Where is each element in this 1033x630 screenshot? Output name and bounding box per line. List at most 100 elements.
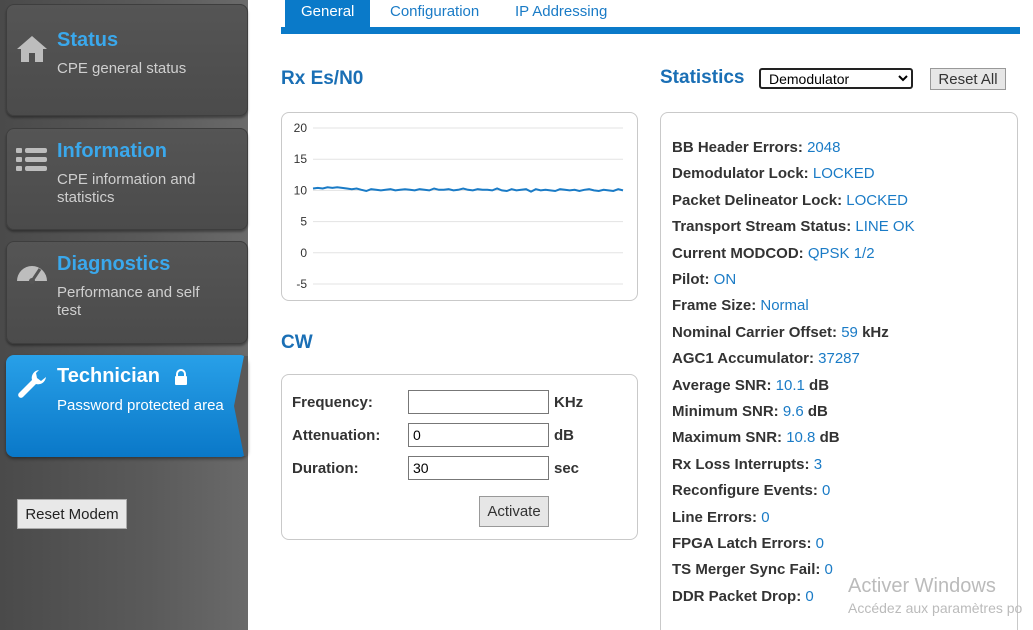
stat-value: 2048 (807, 139, 841, 156)
stat-row: Packet Delineator Lock: LOCKED (672, 192, 908, 209)
stat-row: Current MODCOD: QPSK 1/2 (672, 245, 875, 262)
nav-diagnostics-title: Diagnostics (57, 253, 171, 275)
duration-label: Duration: (292, 460, 359, 477)
stat-row: Demodulator Lock: LOCKED (672, 165, 875, 182)
wrench-icon (18, 370, 46, 398)
stat-value: 3 (813, 455, 823, 473)
cw-heading: CW (281, 332, 313, 353)
attenuation-input[interactable] (408, 423, 549, 447)
frequency-label: Frequency: (292, 394, 373, 411)
stat-key: Frame Size: (672, 297, 757, 315)
stat-key: TS Merger Sync Fail: (672, 561, 821, 579)
stat-key: Average SNR: (672, 376, 772, 394)
statistics-heading: Statistics (660, 67, 745, 88)
stat-row: TS Merger Sync Fail: 0 (672, 561, 833, 578)
nav-diagnostics-desc: Performance and self test (57, 284, 200, 319)
stat-row: Nominal Carrier Offset: 59 kHz (672, 324, 889, 341)
duration-input[interactable] (408, 456, 549, 480)
stat-value: 0 (805, 587, 814, 605)
stat-key: BB Header Errors: (672, 139, 803, 156)
stat-unit: dB (819, 429, 840, 447)
chart-ytick-label: 15 (294, 152, 308, 166)
tab-general[interactable]: General (285, 0, 371, 27)
stat-value: 9.6 (782, 403, 804, 420)
reset-modem-button[interactable]: Reset Modem (17, 499, 127, 529)
stat-value: LINE OK (855, 218, 915, 236)
stat-value: 0 (824, 561, 833, 579)
stat-key: Nominal Carrier Offset: (672, 323, 838, 341)
stat-key: Demodulator Lock: (672, 165, 809, 183)
chart-ytick-label: 0 (300, 246, 307, 260)
attenuation-unit: dB (554, 427, 574, 444)
lock-icon (174, 368, 187, 385)
stat-unit: dB (807, 403, 828, 420)
stat-value: LOCKED (812, 165, 875, 183)
chart-series-line (312, 186, 624, 193)
list-icon (16, 148, 47, 171)
stat-row: FPGA Latch Errors: 0 (672, 535, 824, 552)
sidebar: Status CPE general status Information CP… (0, 0, 248, 630)
chart-ytick-label: 5 (300, 215, 307, 229)
chart-ytick-label: 10 (294, 183, 308, 197)
nav-technician[interactable]: Technician Password protected area (6, 355, 248, 457)
nav-technician-desc: Password protected area (57, 397, 224, 414)
nav-technician-label: Technician (57, 365, 160, 387)
frequency-unit: KHz (554, 394, 584, 411)
stat-unit: kHz (862, 323, 889, 341)
stat-row: AGC1 Accumulator: 37287 (672, 350, 860, 367)
stat-row: Reconfigure Events: 0 (672, 482, 830, 499)
activate-button[interactable]: Activate (479, 496, 549, 527)
gauge-icon (17, 266, 47, 284)
statistics-panel (660, 112, 1018, 630)
stat-row: Rx Loss Interrupts: 3 (672, 456, 822, 473)
rx-esn0-heading: Rx Es/N0 (281, 68, 364, 89)
tab-configuration[interactable]: Configuration (390, 0, 479, 27)
stat-value: 37287 (818, 350, 860, 368)
stat-value: ON (713, 271, 737, 288)
stat-row: Pilot: ON (672, 271, 736, 288)
rx-esn0-chart: 20 15 10 5 0 -5 (294, 121, 624, 291)
rx-esn0-chart-panel: 20 15 10 5 0 -5 (281, 112, 638, 301)
chart-ytick-label: -5 (296, 277, 307, 291)
stat-value: LOCKED (846, 191, 908, 209)
stat-value: 59 (841, 323, 858, 341)
stat-value: 0 (822, 482, 831, 500)
stat-row: Average SNR: 10.1 dB (672, 377, 829, 394)
stat-row: Minimum SNR: 9.6 dB (672, 403, 828, 420)
attenuation-label: Attenuation: (292, 427, 381, 444)
tab-ip-addressing[interactable]: IP Addressing (515, 0, 607, 27)
activate-windows-subtext: Accédez aux paramètres po (848, 600, 1023, 616)
stat-value: Normal (760, 297, 809, 315)
stat-key: Minimum SNR: (672, 403, 779, 420)
stat-value: 10.8 (786, 429, 816, 447)
chart-ytick-label: 20 (294, 121, 308, 135)
stat-value: QPSK 1/2 (807, 244, 875, 262)
stat-key: Pilot: (672, 271, 710, 288)
nav-status[interactable]: Status CPE general status (6, 4, 248, 116)
stat-value: 0 (761, 508, 770, 526)
stat-row: BB Header Errors: 2048 (672, 139, 840, 156)
nav-information[interactable]: Information CPE information and statisti… (6, 128, 248, 230)
stat-key: Maximum SNR: (672, 429, 783, 447)
stat-key: Reconfigure Events: (672, 482, 818, 500)
nav-diagnostics[interactable]: Diagnostics Performance and self test (6, 241, 248, 344)
stat-key: Rx Loss Interrupts: (672, 455, 810, 473)
nav-status-title: Status (57, 29, 119, 51)
stat-row: Maximum SNR: 10.8 dB (672, 429, 840, 446)
frequency-input[interactable] (408, 390, 549, 414)
stat-value: 10.1 (775, 376, 805, 394)
stat-row: DDR Packet Drop: 0 (672, 588, 814, 605)
statistics-select[interactable]: Demodulator (759, 68, 913, 89)
active-pointer (234, 356, 248, 456)
reset-all-button[interactable]: Reset All (930, 68, 1006, 90)
stat-key: DDR Packet Drop: (672, 587, 802, 605)
tab-bar: General Configuration IP Addressing (281, 0, 1020, 34)
stat-row: Transport Stream Status: LINE OK (672, 218, 915, 235)
activate-windows-watermark: Activer Windows (848, 575, 996, 597)
stat-key: Current MODCOD: (672, 244, 804, 262)
stat-key: Line Errors: (672, 508, 758, 526)
nav-status-desc: CPE general status (57, 60, 187, 77)
duration-unit: sec (554, 460, 580, 477)
stat-unit: dB (809, 376, 830, 394)
home-icon (17, 36, 47, 62)
